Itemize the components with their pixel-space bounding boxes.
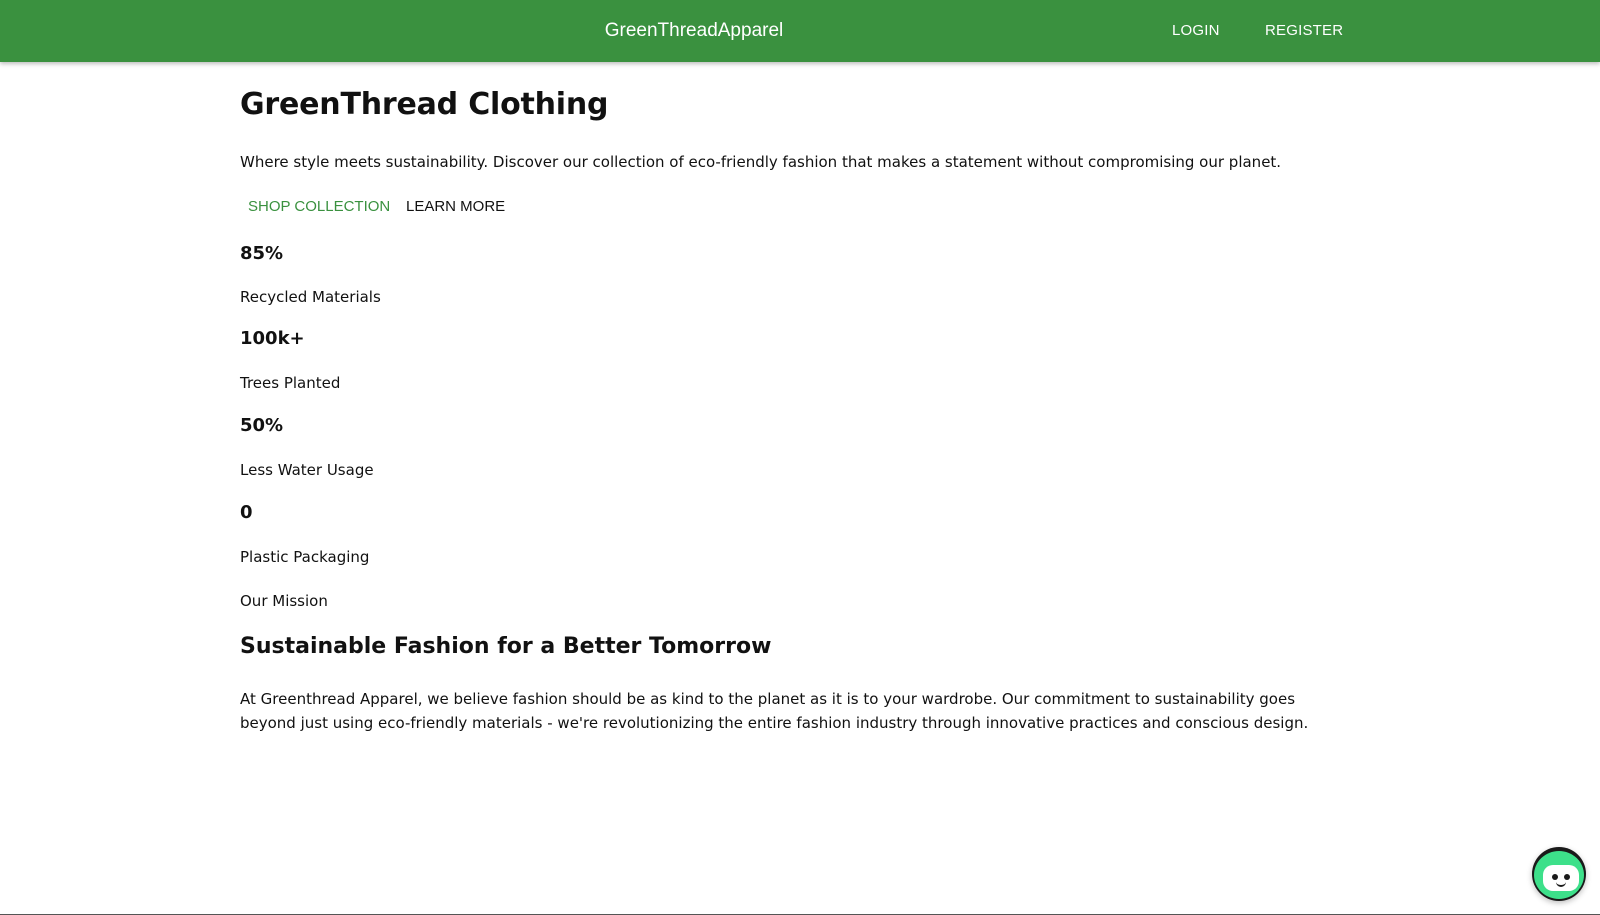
stat-label: Less Water Usage	[240, 461, 374, 479]
chatbot-eye-left	[1552, 874, 1558, 880]
stat-value: 0	[240, 502, 253, 523]
hero-title: GreenThread Clothing	[240, 87, 609, 122]
chatbot-mouth	[1556, 881, 1566, 887]
chatbot-icon-ring	[1534, 851, 1584, 899]
register-button[interactable]: REGISTER	[1265, 18, 1343, 44]
hero-subtitle: Where style meets sustainability. Discov…	[240, 153, 1282, 171]
chatbot-eye-right	[1564, 874, 1570, 880]
chatbot-face-icon	[1543, 865, 1579, 891]
stat-value: 100k+	[240, 328, 305, 349]
learn-more-button[interactable]: LEARN MORE	[406, 196, 505, 218]
shop-collection-button[interactable]: SHOP COLLECTION	[248, 196, 390, 218]
stat-value: 50%	[240, 415, 284, 436]
mission-title: Sustainable Fashion for a Better Tomorro…	[240, 634, 772, 659]
chatbot-icon[interactable]	[1532, 847, 1586, 901]
login-button[interactable]: LOGIN	[1172, 18, 1220, 44]
mission-paragraph: At Greenthread Apparel, we believe fashi…	[240, 690, 1309, 732]
stat-value: 85%	[240, 243, 284, 264]
stat-label: Trees Planted	[240, 374, 341, 392]
mission-eyebrow-label: Our Mission	[240, 592, 328, 610]
stat-label: Recycled Materials	[240, 288, 381, 306]
stat-label: Plastic Packaging	[240, 548, 370, 566]
top-app-bar: GreenThreadApparel LOGIN REGISTER	[0, 0, 1600, 62]
